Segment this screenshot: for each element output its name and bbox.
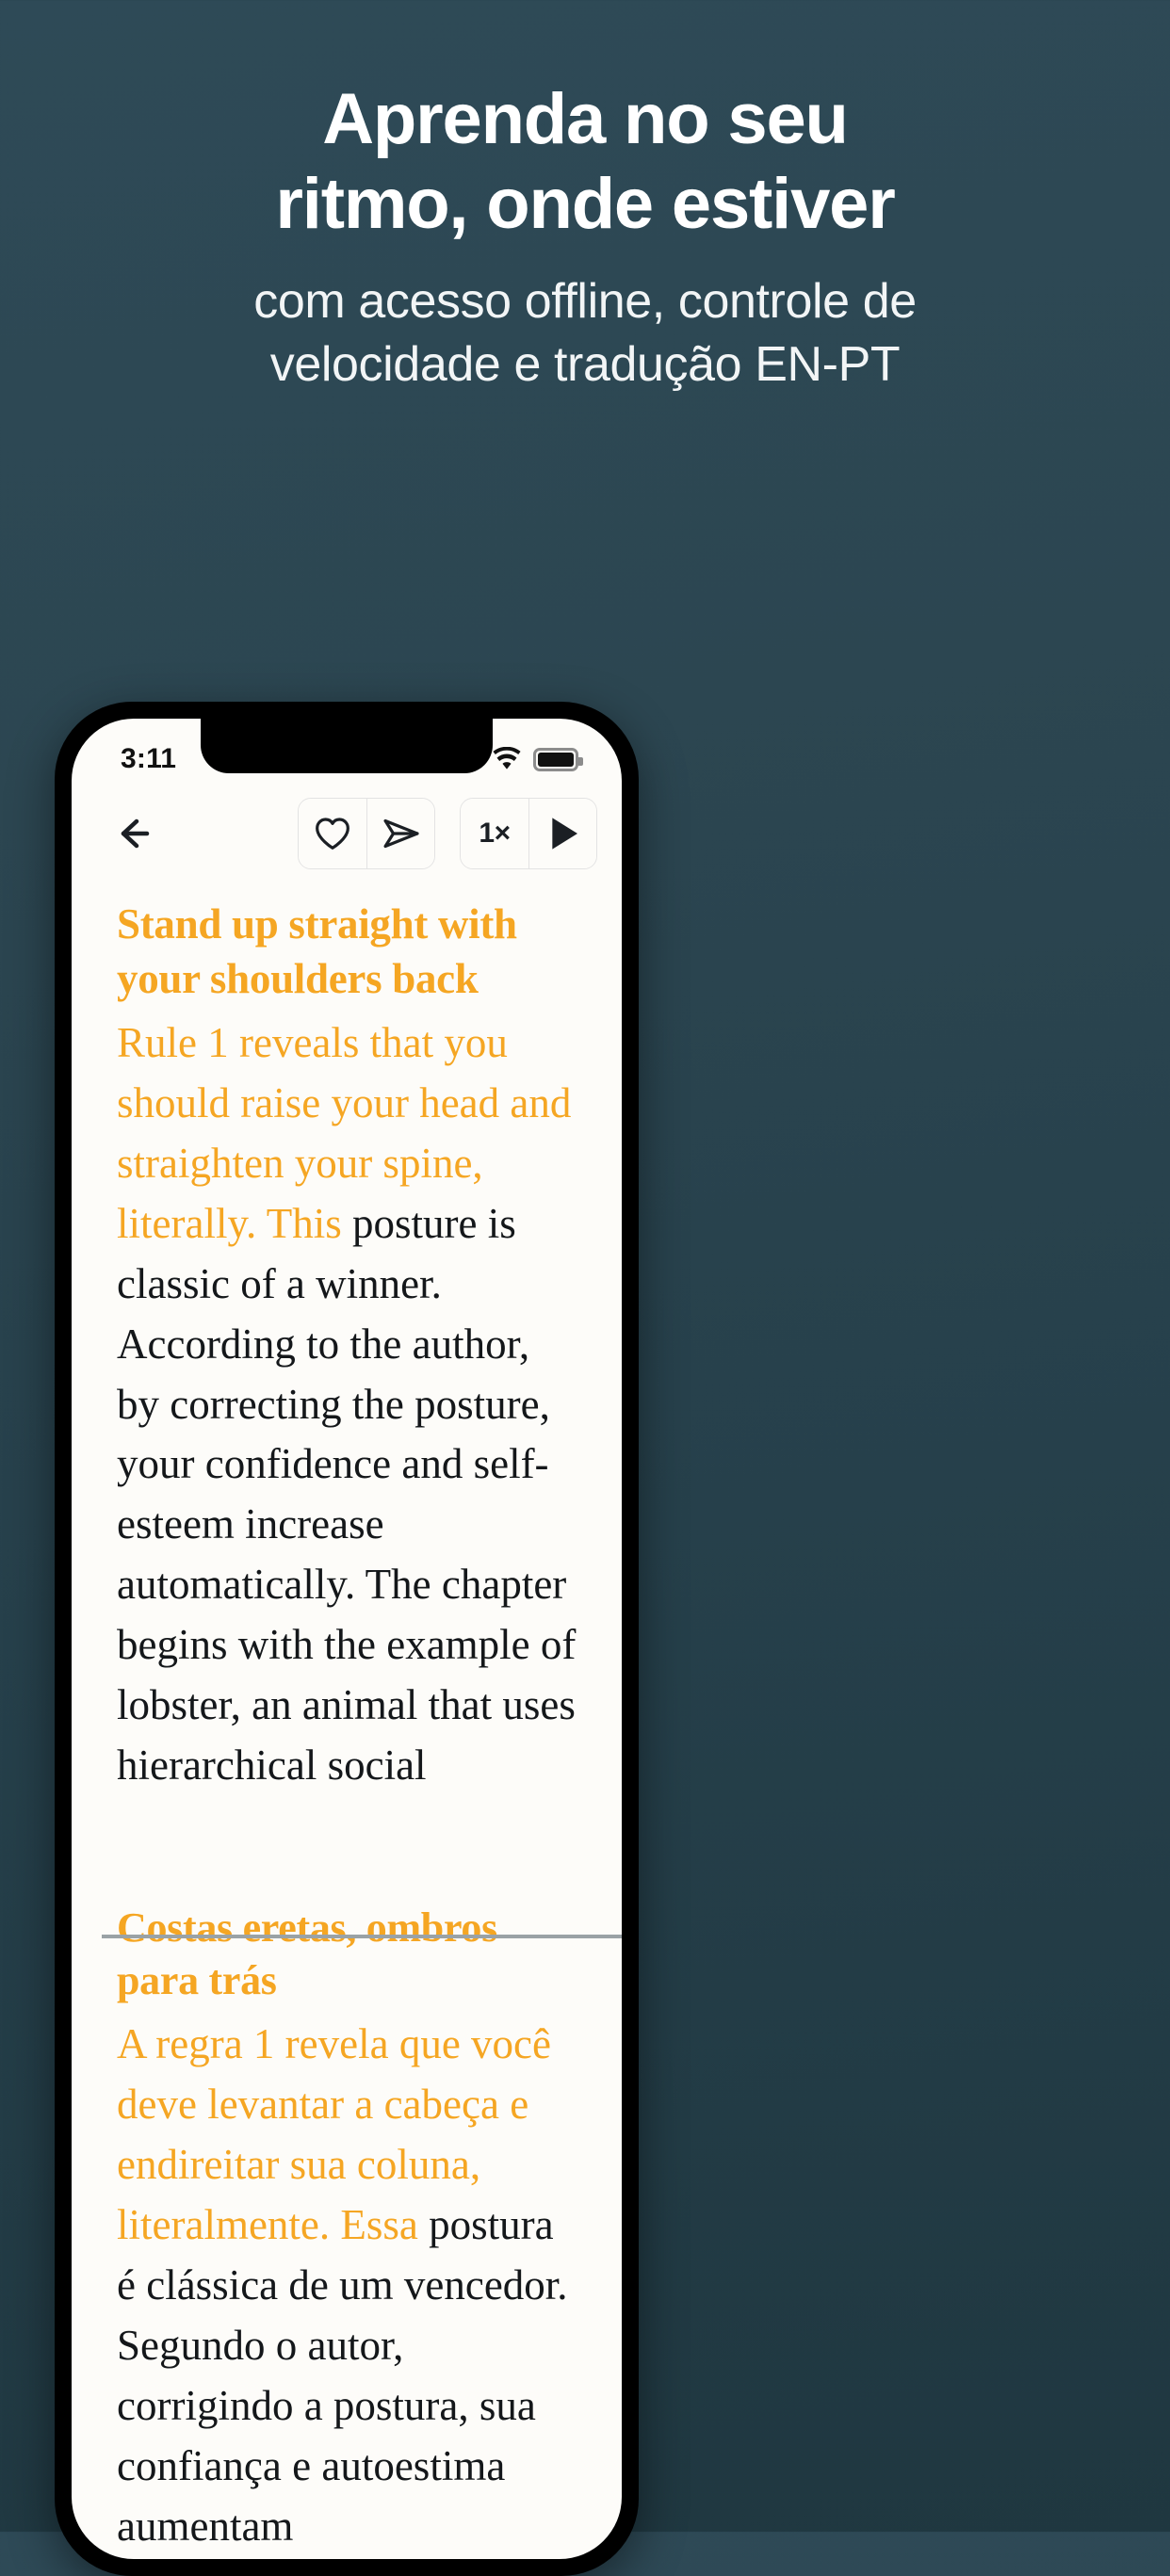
promo-title-line-2: ritmo, onde estiver <box>275 163 895 244</box>
toolbar-group-actions <box>298 798 435 869</box>
section-divider <box>102 1935 622 1938</box>
reader-content: Stand up straight with your shoulders ba… <box>72 884 622 2559</box>
playback-speed-button[interactable]: 1× <box>461 799 528 868</box>
promo-subtitle-line-1: com acesso offline, controle de <box>253 274 917 330</box>
send-icon <box>382 818 419 849</box>
play-button[interactable] <box>528 799 596 868</box>
status-bar-time: 3:11 <box>121 743 177 774</box>
reader-toolbar: 1× <box>72 792 622 884</box>
portuguese-body-rest: postura é clássica de um vencedor. Segun… <box>117 2201 568 2550</box>
portuguese-section: Costas eretas, ombros para trás A regra … <box>117 1902 578 2559</box>
promo-subtitle: com acesso offline, controle de velocida… <box>49 270 1121 396</box>
promo-title: Aprenda no seu ritmo, onde estiver <box>49 77 1121 246</box>
portuguese-body: A regra 1 revela que você deve levantar … <box>117 2015 578 2559</box>
play-icon <box>551 818 577 850</box>
share-button[interactable] <box>366 799 434 868</box>
english-body: Rule 1 reveals that you should raise you… <box>117 1013 578 1796</box>
english-body-rest: posture is classic of a winner. Accordin… <box>117 1199 577 1789</box>
promo-subtitle-line-2: velocidade e tradução EN-PT <box>269 336 901 392</box>
promo-title-line-1: Aprenda no seu <box>322 79 849 159</box>
playback-speed-label: 1× <box>479 818 511 849</box>
heart-icon <box>316 818 349 850</box>
favorite-button[interactable] <box>299 799 366 868</box>
english-title: Stand up straight with your shoulders ba… <box>117 900 517 1002</box>
english-section: Stand up straight with your shoulders ba… <box>117 898 578 1796</box>
wifi-icon <box>493 747 521 770</box>
phone-notch <box>201 719 493 773</box>
phone-screen: 3:11 1× Stand up straight with your shou… <box>72 719 622 2559</box>
phone-mockup: 3:11 1× Stand up straight with your shou… <box>55 702 639 2576</box>
back-arrow-icon <box>121 818 150 849</box>
portuguese-title: Costas eretas, ombros para trás <box>117 1904 497 2004</box>
battery-full-icon <box>533 747 583 771</box>
toolbar-group-playback: 1× <box>460 798 597 869</box>
promo-header: Aprenda no seu ritmo, onde estiver com a… <box>0 0 1170 396</box>
phone-frame: 3:11 1× Stand up straight with your shou… <box>55 702 639 2576</box>
back-button[interactable] <box>104 800 177 867</box>
